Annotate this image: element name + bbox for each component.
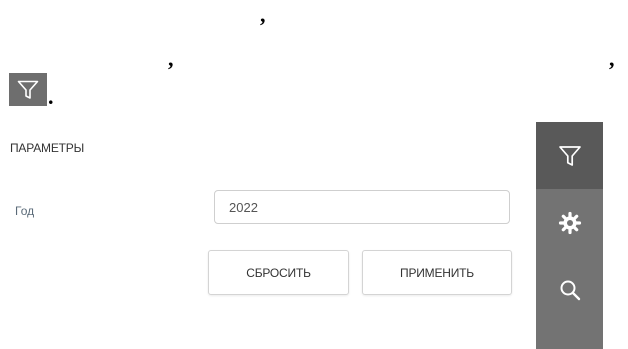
- document-period: .: [48, 84, 54, 109]
- document-comma-1: ,: [260, 2, 266, 27]
- section-title-parameters: ПАРАМЕТРЫ: [10, 141, 84, 155]
- filter-icon: [17, 80, 39, 99]
- search-icon: [560, 280, 580, 300]
- document-comma-3: ,: [609, 46, 615, 71]
- apply-button[interactable]: ПРИМЕНИТЬ: [362, 250, 512, 295]
- reset-button[interactable]: СБРОСИТЬ: [208, 250, 349, 295]
- year-label: Год: [15, 204, 35, 218]
- side-toolbar: [536, 122, 603, 349]
- gear-icon: [558, 211, 581, 234]
- inline-filter-icon: [9, 73, 47, 106]
- filter-icon: [558, 145, 581, 166]
- toolbar-filter-button[interactable]: [536, 122, 603, 189]
- year-input[interactable]: [214, 190, 510, 224]
- document-comma-2: ,: [168, 46, 174, 71]
- toolbar-search-button[interactable]: [536, 256, 603, 323]
- toolbar-settings-button[interactable]: [536, 189, 603, 256]
